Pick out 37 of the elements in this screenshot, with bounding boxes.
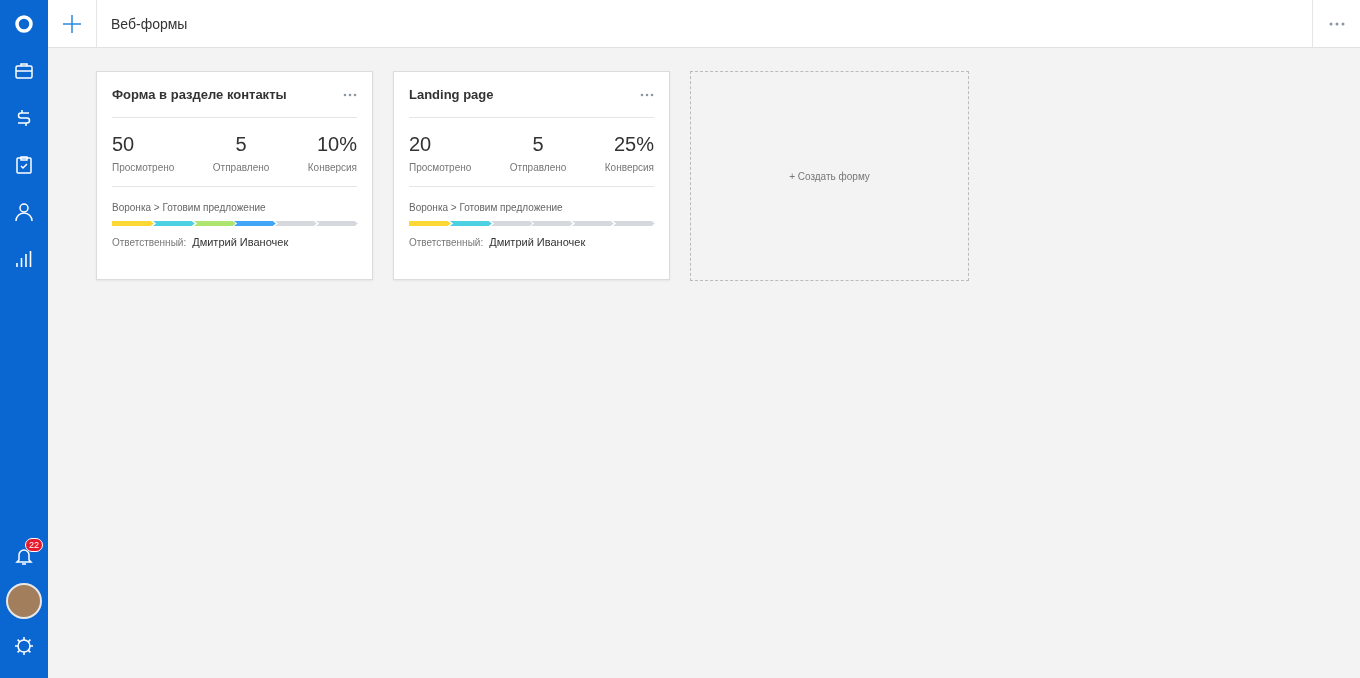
form-card[interactable]: Landing page 20 Просмотрено 5 Отправлено 25% Конверсия Воронка > Готовим предложение Ответственный: Дмитрий Иваночек — [393, 71, 670, 280]
owner-name: Дмитрий Иваночек — [192, 236, 289, 248]
bar-chart-icon[interactable] — [14, 249, 34, 269]
stat-value: 20 — [409, 133, 432, 156]
owner-label: Ответственный: — [112, 237, 187, 248]
stat-label: Отправлено — [509, 162, 567, 173]
form-title: Landing page — [409, 87, 494, 102]
notification-badge: 22 — [25, 538, 43, 552]
more-icon — [1328, 21, 1345, 26]
funnel-stage: Воронка > Готовим предложение — [409, 202, 564, 213]
stat-value: 10% — [316, 133, 357, 156]
stat-label: Просмотрено — [112, 162, 175, 173]
create-form-button[interactable]: + Создать форму — [690, 71, 969, 281]
avatar[interactable] — [6, 583, 42, 619]
stat-label: Просмотрено — [409, 162, 472, 173]
stat-value: 5 — [532, 133, 544, 156]
plus-icon — [62, 13, 82, 34]
stat-label: Конверсия — [307, 162, 357, 173]
clipboard-check-icon[interactable] — [14, 155, 34, 175]
stat-value: 50 — [112, 133, 135, 156]
settings-icon[interactable] — [14, 636, 34, 656]
stat-label: Конверсия — [604, 162, 654, 173]
briefcase-icon[interactable] — [14, 61, 34, 81]
stat-value: 25% — [613, 133, 654, 156]
person-icon[interactable] — [14, 202, 34, 222]
owner-label: Ответственный: — [409, 237, 484, 248]
more-icon[interactable] — [343, 92, 357, 97]
owner-name: Дмитрий Иваночек — [489, 236, 586, 248]
more-icon[interactable] — [640, 92, 654, 97]
form-card[interactable]: Форма в разделе контакты 50 Просмотрено 5 Отправлено 10% Конверсия Воронка > Готовим предложение Ответственный: Дмитрий Иваночек — [96, 71, 373, 280]
funnel-stage: Воронка > Готовим предложение — [112, 202, 267, 213]
bell-icon[interactable] — [14, 546, 34, 566]
stat-label: Отправлено — [212, 162, 270, 173]
ring-logo-icon[interactable] — [14, 14, 34, 34]
stat-value: 5 — [235, 133, 247, 156]
form-title: Форма в разделе контакты — [112, 87, 287, 102]
page-title: Веб-формы — [110, 15, 189, 32]
